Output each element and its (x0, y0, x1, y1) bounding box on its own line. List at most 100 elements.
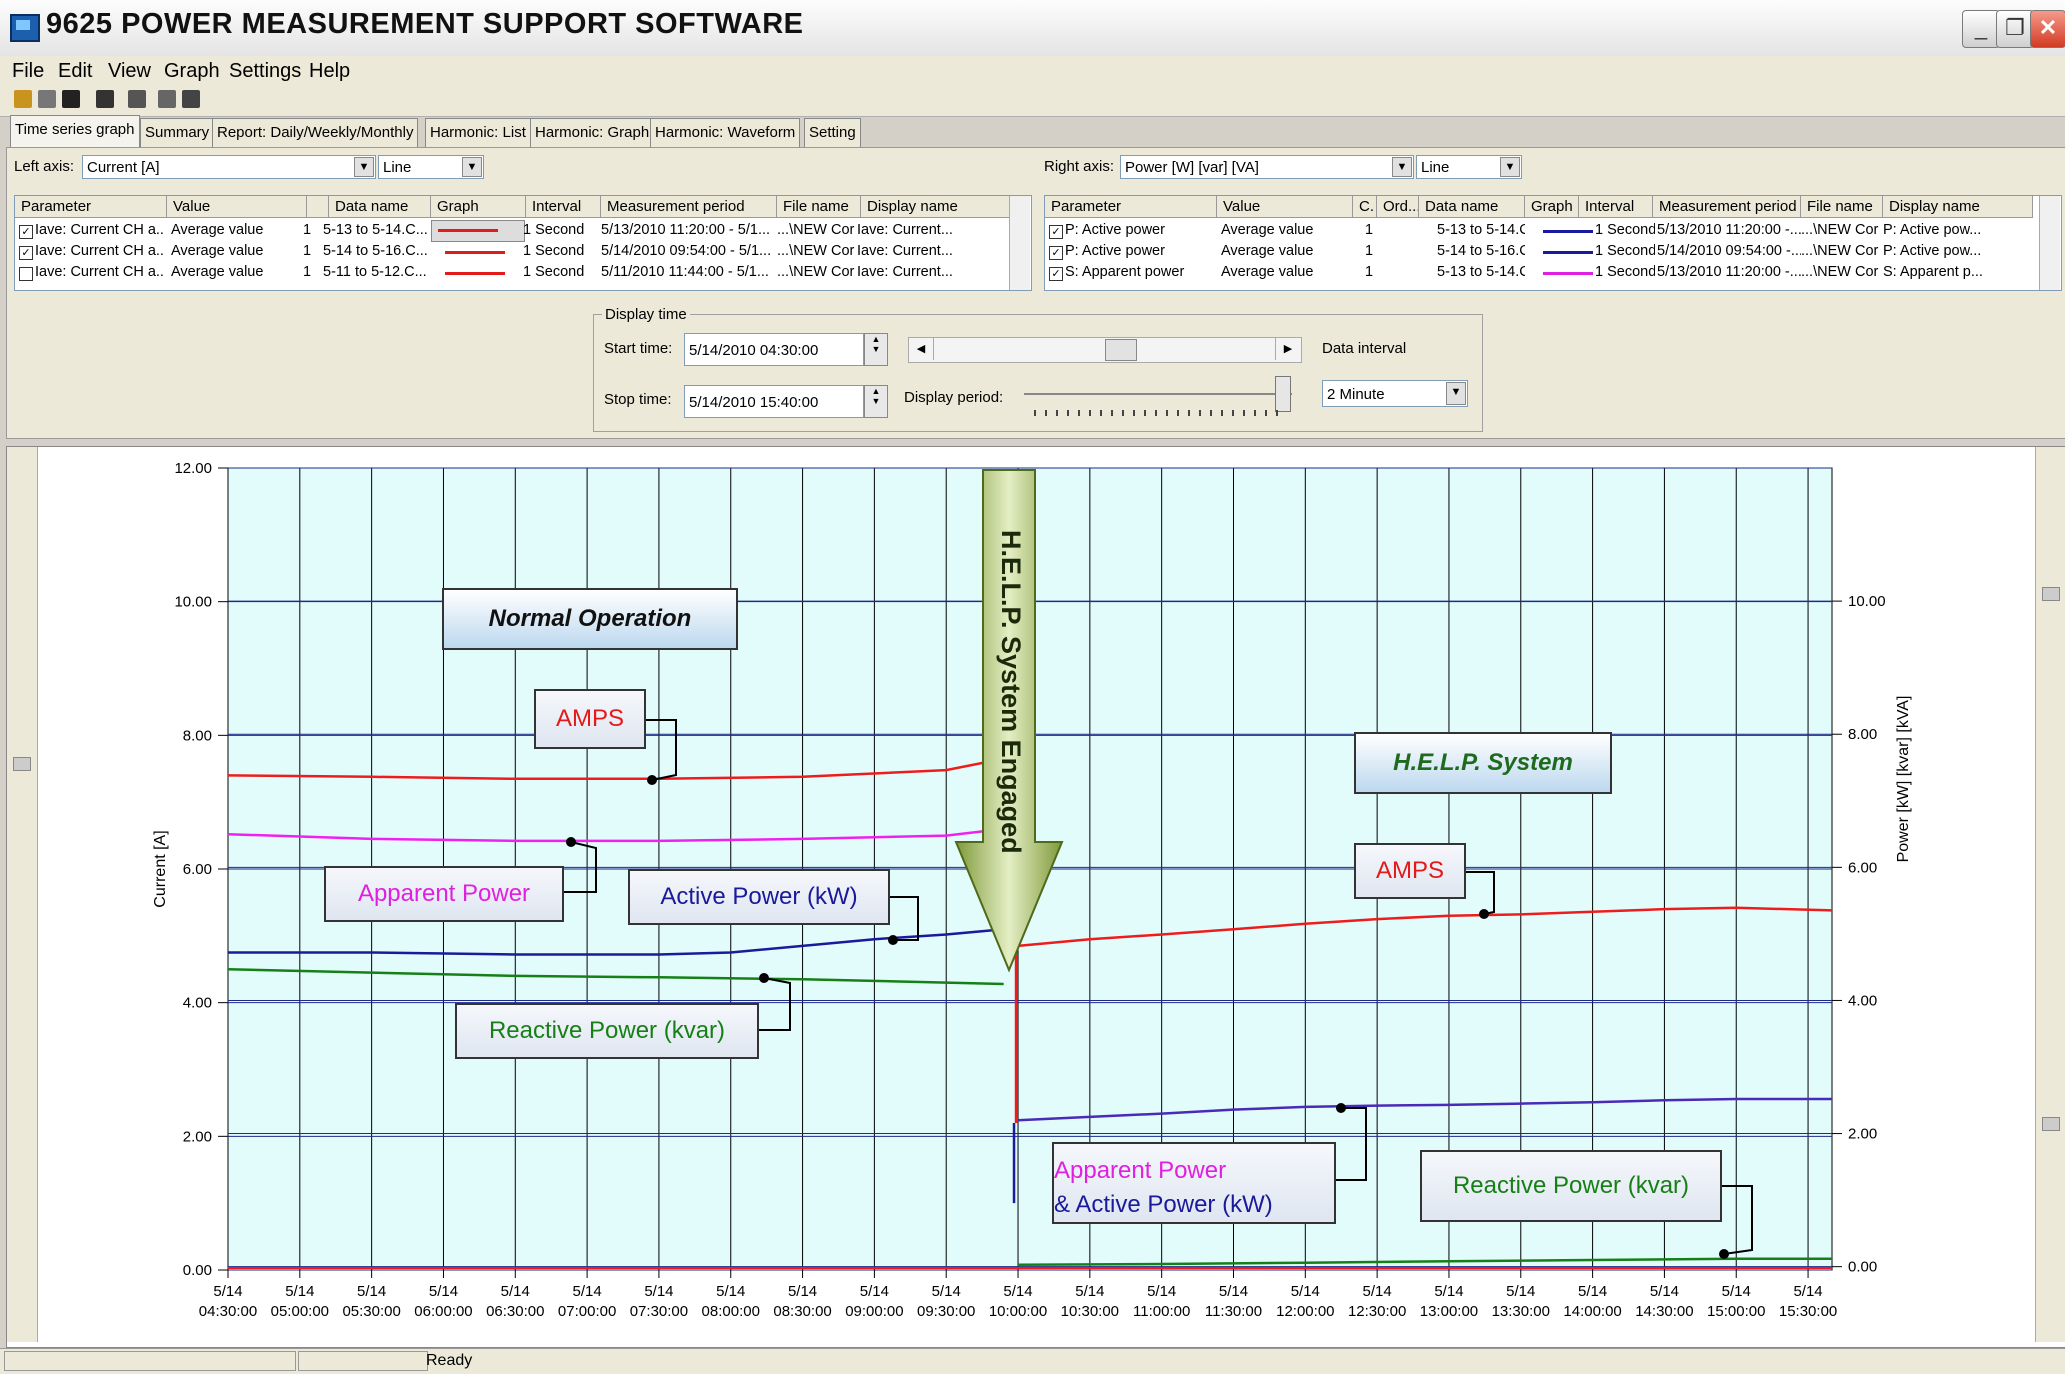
graph-style-selector[interactable] (431, 220, 525, 242)
chevron-down-icon: ▼ (1446, 382, 1466, 405)
duplicate-icon[interactable] (128, 90, 146, 108)
col-header-period[interactable]: Measurement period (601, 196, 777, 218)
row-checkbox[interactable]: ✓ (19, 246, 33, 260)
callout-amps-right: AMPS (1354, 843, 1466, 899)
col-header-parameter[interactable]: Parameter (1045, 196, 1217, 218)
save-all-icon[interactable] (96, 90, 114, 108)
col-header-file[interactable]: File name (1801, 196, 1883, 218)
left-zoom-thumb[interactable] (13, 757, 31, 771)
col-header-blank[interactable] (307, 196, 329, 218)
col-header-parameter[interactable]: Parameter (15, 196, 167, 218)
col-header-interval[interactable]: Interval (526, 196, 601, 218)
right-zoom-thumb-lower[interactable] (2042, 1117, 2060, 1131)
row-checkbox[interactable]: ✓ (1049, 225, 1063, 239)
menu-file[interactable]: File (12, 60, 44, 83)
scroll-right-icon[interactable]: ▶ (1275, 338, 1300, 360)
col-header-graph[interactable]: Graph (431, 196, 526, 218)
cell-channel: 1 (1365, 264, 1374, 280)
right-style-value: Line (1421, 159, 1450, 176)
row-checkbox[interactable]: ✓ (1049, 246, 1063, 260)
series-color-swatch (445, 272, 505, 275)
display-period-slider[interactable] (1024, 393, 1292, 395)
col-header-order[interactable]: Ord... (1377, 196, 1419, 218)
cell-value: Average value (171, 222, 264, 238)
col-header-value[interactable]: Value (1217, 196, 1353, 218)
scroll-thumb[interactable] (1105, 339, 1137, 361)
stop-time-input[interactable]: 5/14/2010 15:40:00 (684, 385, 864, 418)
row-checkbox[interactable]: ✓ (1049, 267, 1063, 281)
cell-parameter: S: Apparent power (1065, 264, 1185, 280)
col-header-data-name[interactable]: Data name (329, 196, 431, 218)
restore-button[interactable]: ❐ (1996, 10, 2034, 48)
print-icon[interactable] (182, 90, 200, 108)
col-header-data-name[interactable]: Data name (1419, 196, 1525, 218)
data-interval-value: 2 Minute (1327, 386, 1385, 403)
time-scrollbar[interactable]: ◀ ▶ (908, 337, 1302, 363)
col-header-value[interactable]: Value (167, 196, 307, 218)
col-header-period[interactable]: Measurement period (1653, 196, 1801, 218)
cell-file: ...\NEW Cor (1801, 243, 1879, 259)
col-header-channel[interactable]: C. (1353, 196, 1377, 218)
series-color-swatch (1543, 251, 1593, 254)
menu-help[interactable]: Help (309, 60, 350, 83)
right-zoom-thumb[interactable] (2042, 587, 2060, 601)
menu-edit[interactable]: Edit (58, 60, 92, 83)
right-style-select[interactable]: Line ▼ (1416, 155, 1522, 179)
data-interval-select[interactable]: 2 Minute ▼ (1322, 380, 1468, 407)
row-checkbox[interactable]: ✓ (19, 225, 33, 239)
tab-harmonic-list[interactable]: Harmonic: List (425, 118, 531, 147)
col-header-graph[interactable]: Graph (1525, 196, 1579, 218)
stop-time-label: Stop time: (604, 391, 672, 408)
start-time-input[interactable]: 5/14/2010 04:30:00 (684, 333, 864, 366)
tab-time-series-graph[interactable]: Time series graph (10, 115, 140, 147)
row-checkbox[interactable] (19, 267, 33, 281)
cell-display: P: Active pow... (1883, 222, 1982, 238)
tab-report[interactable]: Report: Daily/Weekly/Monthly (212, 118, 419, 147)
menu-graph[interactable]: Graph (164, 60, 220, 83)
col-header-interval[interactable]: Interval (1579, 196, 1653, 218)
col-header-display[interactable]: Display name (861, 196, 1011, 218)
cell-period: 5/13/2010 11:20:00 -... (1657, 264, 1801, 280)
tab-harmonic-graph[interactable]: Harmonic: Graph (530, 118, 655, 147)
callout-normal-operation: Normal Operation (442, 588, 738, 650)
cell-parameter: Iave: Current CH a... (35, 222, 165, 238)
close-button[interactable]: ✕ (2030, 10, 2065, 48)
cell-period: 5/14/2010 09:54:00 -... (1657, 243, 1801, 259)
left-axis-select[interactable]: Current [A] ▼ (82, 155, 376, 179)
open-icon[interactable] (14, 90, 32, 108)
left-style-select[interactable]: Line ▼ (378, 155, 484, 179)
left-axis-label: Left axis: (14, 158, 75, 175)
window-title: 9625 POWER MEASUREMENT SUPPORT SOFTWARE (46, 8, 804, 40)
right-series-table[interactable]: Parameter Value C. Ord... Data name Grap… (1044, 195, 2062, 291)
menu-view[interactable]: View (108, 60, 151, 83)
right-axis-select[interactable]: Power [W] [var] [VA] ▼ (1120, 155, 1414, 179)
minimize-button[interactable]: _ (1962, 10, 2000, 48)
col-header-display[interactable]: Display name (1883, 196, 2033, 218)
col-header-file[interactable]: File name (777, 196, 861, 218)
series-color-swatch (445, 251, 505, 254)
right-axis-label: Right axis: (1044, 158, 1115, 175)
callout-apparent-power: Apparent Power (324, 866, 564, 922)
tab-summary[interactable]: Summary (140, 118, 215, 147)
cell-period: 5/14/2010 09:54:00 - 5/1... (601, 243, 772, 259)
display-period-slider-thumb[interactable] (1275, 376, 1291, 412)
left-table-scrollbar[interactable] (1009, 196, 1030, 290)
cell-period: 5/11/2010 11:44:00 - 5/1... (601, 264, 769, 280)
right-zoom-scrollbar[interactable] (2035, 447, 2065, 1342)
start-time-spinner[interactable]: ▲ ▼ (864, 333, 888, 366)
right-table-scrollbar[interactable] (2039, 196, 2060, 290)
left-zoom-scrollbar[interactable] (7, 447, 38, 1342)
series-color-swatch (1543, 230, 1593, 233)
tab-harmonic-waveform[interactable]: Harmonic: Waveform (650, 118, 801, 147)
tab-setting[interactable]: Setting (804, 118, 861, 147)
scroll-left-icon[interactable]: ◀ (909, 338, 934, 360)
save-icon[interactable] (62, 90, 80, 108)
app-icon (10, 14, 40, 42)
menu-settings[interactable]: Settings (229, 60, 301, 83)
print-preview-icon[interactable] (158, 90, 176, 108)
stop-time-spinner[interactable]: ▲ ▼ (864, 385, 888, 418)
copy-icon[interactable] (38, 90, 56, 108)
left-series-table[interactable]: Parameter Value Data name Graph Interval… (14, 195, 1032, 291)
cell-interval: 1 Second (1595, 243, 1655, 259)
callout-reactive-power-left: Reactive Power (kvar) (455, 1003, 759, 1059)
